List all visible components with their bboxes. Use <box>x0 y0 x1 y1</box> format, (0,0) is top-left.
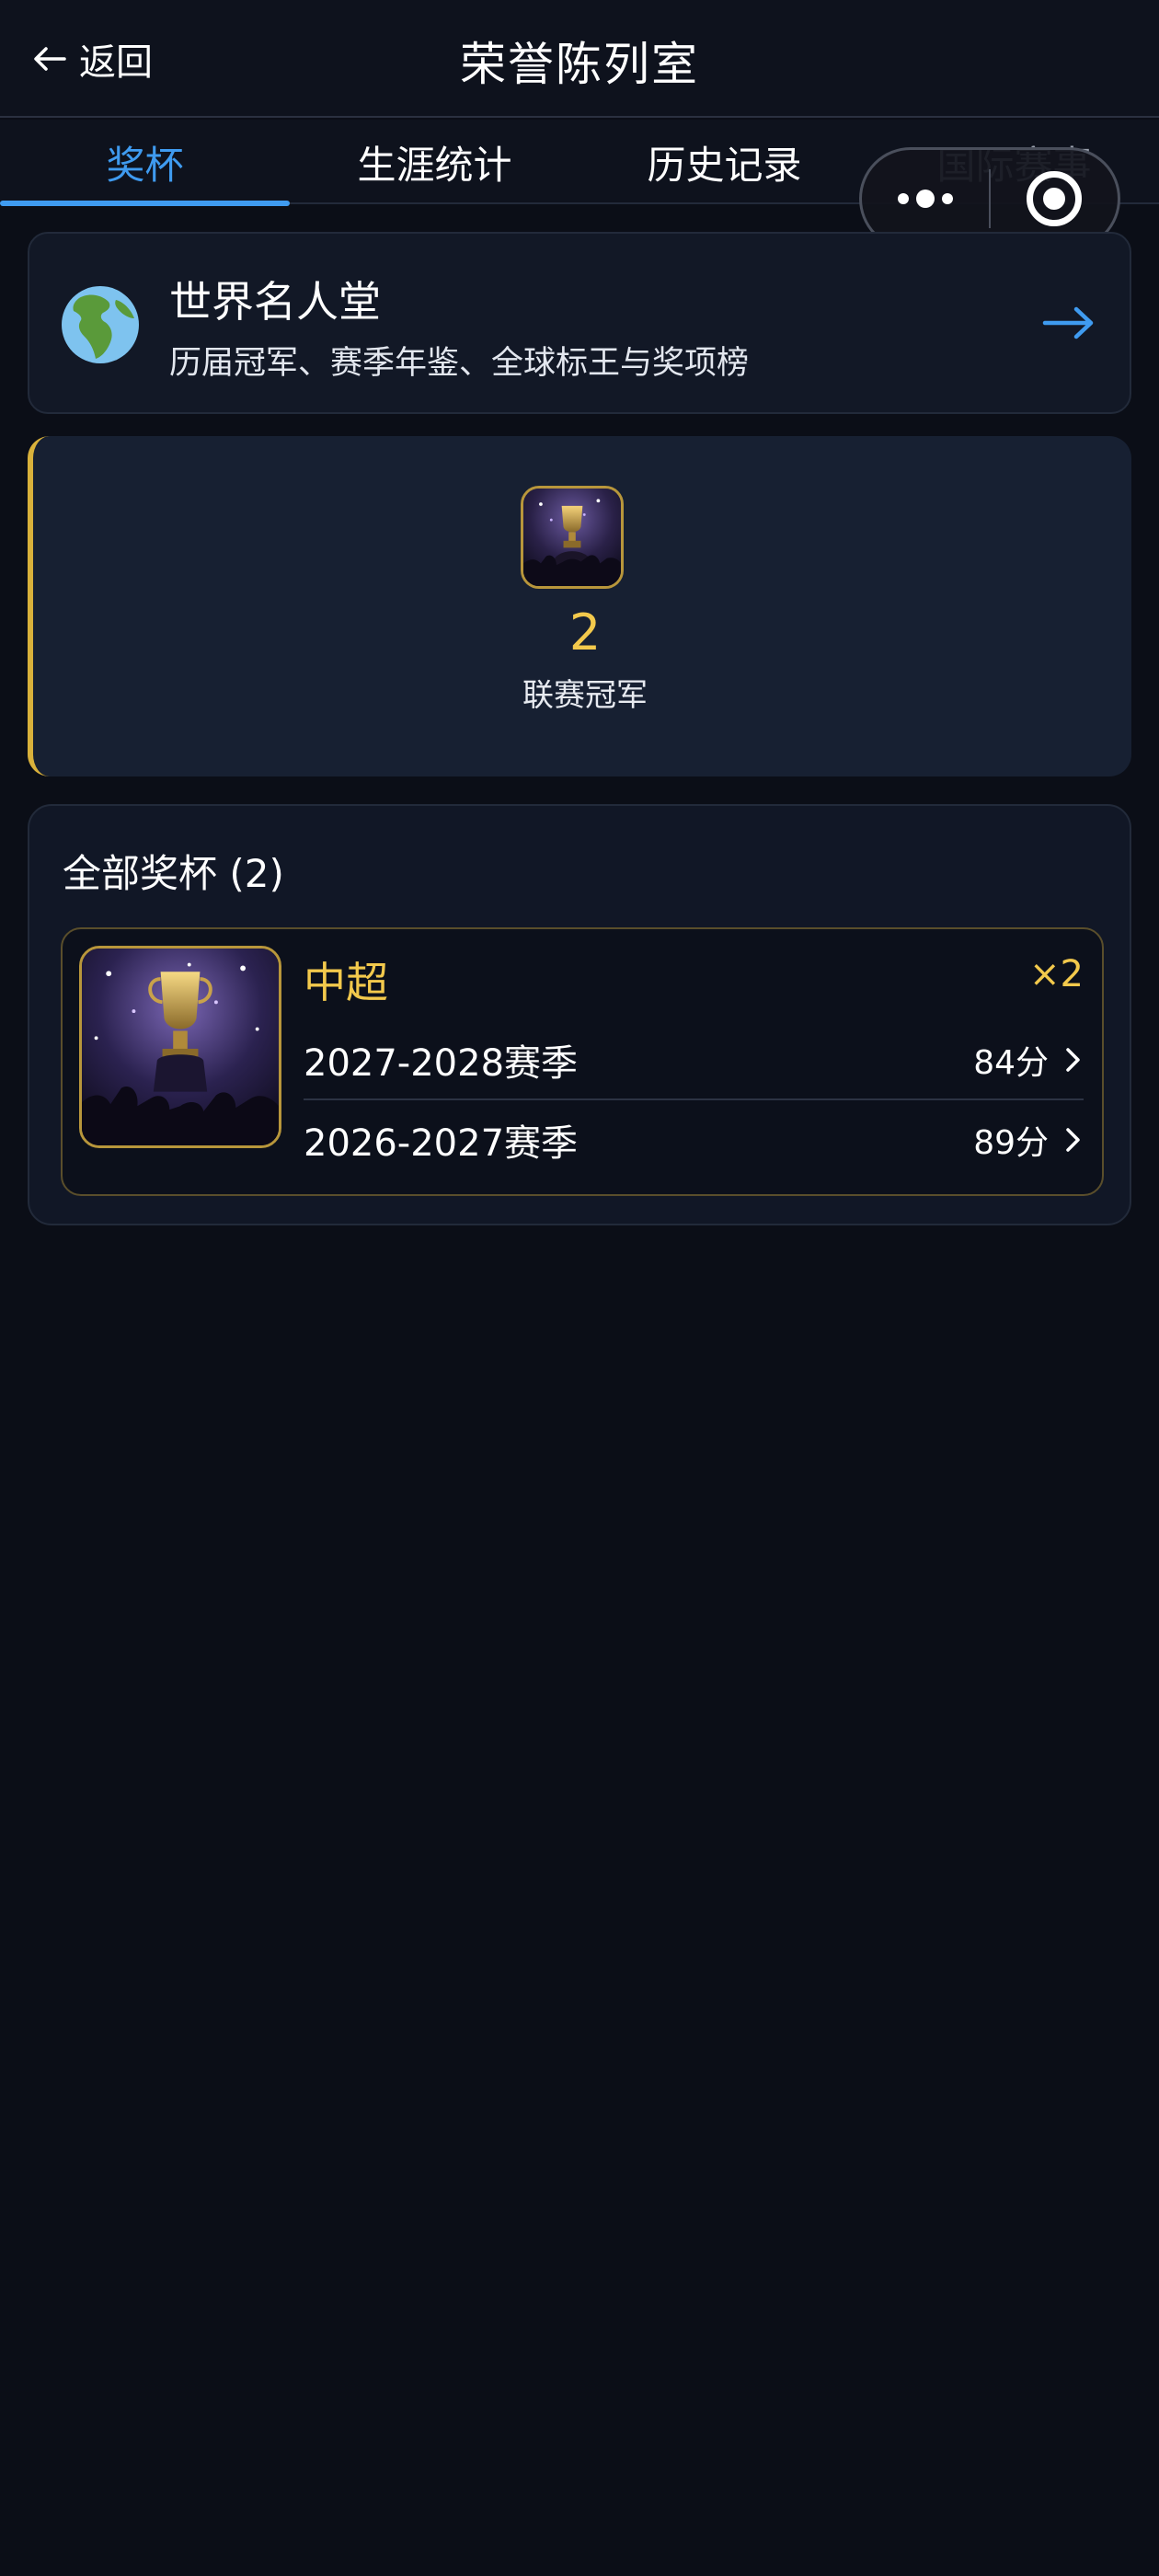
tab-trophies[interactable]: 奖杯 <box>0 120 290 206</box>
season-label: 2026-2027赛季 <box>304 1122 579 1165</box>
arrow-right-icon <box>1042 306 1094 339</box>
tab-history[interactable]: 历史记录 <box>580 120 869 204</box>
top-bar: 返回 荣誉陈列室 <box>0 0 1159 118</box>
league-titles-summary: 2 联赛冠军 <box>28 436 1131 776</box>
trophy-league-name: 中超 <box>304 958 388 1007</box>
page-title: 荣誉陈列室 <box>460 38 699 91</box>
season-right: 84分 <box>973 1036 1084 1084</box>
all-trophies-title: 全部奖杯 (2) <box>63 851 284 896</box>
all-trophies-card: 全部奖杯 (2) 中超 ×2 2027-2028赛季 84分 2026-2027… <box>28 804 1131 1225</box>
tab-career-stats[interactable]: 生涯统计 <box>290 120 580 204</box>
season-row[interactable]: 2027-2028赛季 84分 <box>304 1021 1084 1100</box>
hall-of-fame-subtitle: 历届冠军、赛季年鉴、全球标王与奖项榜 <box>169 345 750 382</box>
trophy-times-count: ×2 <box>1029 953 1084 995</box>
season-points: 89分 <box>973 1124 1049 1162</box>
globe-icon <box>62 286 139 363</box>
trophy-image <box>79 946 281 1148</box>
record-circle-icon <box>1026 171 1082 226</box>
honor-room-screen: 返回 荣誉陈列室 奖杯 生涯统计 历史记录 国际赛事 世界名人堂 <box>0 0 1159 2576</box>
season-label: 2027-2028赛季 <box>304 1042 579 1085</box>
hall-of-fame-title: 世界名人堂 <box>169 277 381 327</box>
season-row[interactable]: 2026-2027赛季 89分 <box>304 1100 1084 1179</box>
chevron-right-icon <box>1066 1048 1080 1072</box>
trophy-item: 中超 ×2 2027-2028赛季 84分 2026-2027赛季 89分 <box>61 927 1104 1196</box>
hall-of-fame-card[interactable]: 世界名人堂 历届冠军、赛季年鉴、全球标王与奖项榜 <box>28 232 1131 414</box>
more-dots-icon <box>898 190 953 208</box>
season-right: 89分 <box>973 1116 1084 1164</box>
league-titles-label: 联赛冠军 <box>522 677 648 714</box>
league-titles-count: 2 <box>568 604 602 661</box>
chevron-right-icon <box>1066 1128 1080 1152</box>
season-points: 84分 <box>973 1044 1049 1082</box>
trophy-image <box>521 486 624 589</box>
